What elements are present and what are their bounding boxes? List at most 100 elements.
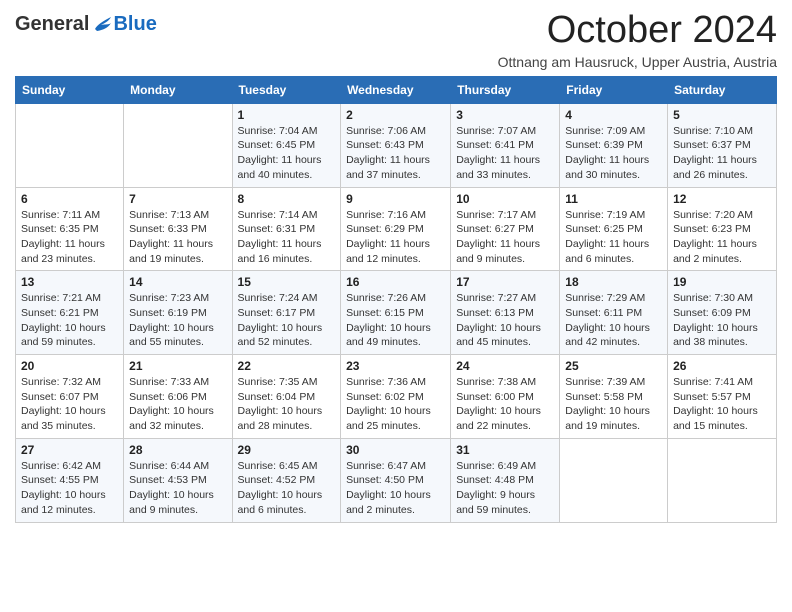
day-number: 15 [238, 275, 336, 289]
day-number: 29 [238, 443, 336, 457]
calendar-cell: 18 Sunrise: 7:29 AMSunset: 6:11 PMDayligh… [560, 271, 668, 355]
calendar-header-row: SundayMondayTuesdayWednesdayThursdayFrid… [16, 76, 777, 103]
day-number: 2 [346, 108, 445, 122]
calendar-cell [560, 438, 668, 522]
month-title: October 2024 [498, 10, 777, 52]
calendar-week-row: 6 Sunrise: 7:11 AMSunset: 6:35 PMDaylight… [16, 187, 777, 271]
day-number: 6 [21, 192, 118, 206]
day-number: 18 [565, 275, 662, 289]
day-number: 30 [346, 443, 445, 457]
day-info: Sunrise: 7:23 AMSunset: 6:19 PMDaylight:… [129, 291, 226, 350]
column-header-wednesday: Wednesday [341, 76, 451, 103]
calendar-cell: 23Sunrise: 7:36 AMSunset: 6:02 PMDayligh… [341, 355, 451, 439]
day-number: 28 [129, 443, 226, 457]
calendar-cell: 13Sunrise: 7:21 AMSunset: 6:21 PMDayligh… [16, 271, 124, 355]
day-info: Sunrise: 7:41 AMSunset: 5:57 PMDaylight:… [673, 375, 771, 434]
calendar-cell: 21 Sunrise: 7:33 AMSunset: 6:06 PMDayligh… [124, 355, 232, 439]
day-info: Sunrise: 7:17 AMSunset: 6:27 PMDaylight:… [456, 208, 554, 267]
day-info: Sunrise: 7:33 AMSunset: 6:06 PMDaylight:… [129, 375, 226, 434]
column-header-monday: Monday [124, 76, 232, 103]
day-number: 8 [238, 192, 336, 206]
calendar-cell: 9 Sunrise: 7:16 AMSunset: 6:29 PMDaylight… [341, 187, 451, 271]
calendar-cell: 30 Sunrise: 6:47 AMSunset: 4:50 PMDayligh… [341, 438, 451, 522]
day-number: 22 [238, 359, 336, 373]
day-number: 25 [565, 359, 662, 373]
day-info: Sunrise: 6:45 AMSunset: 4:52 PMDaylight:… [238, 459, 336, 518]
day-info: Sunrise: 7:30 AMSunset: 6:09 PMDaylight:… [673, 291, 771, 350]
day-info: Sunrise: 6:49 AMSunset: 4:48 PMDaylight:… [456, 459, 554, 518]
day-info: Sunrise: 7:16 AMSunset: 6:29 PMDaylight:… [346, 208, 445, 267]
day-number: 9 [346, 192, 445, 206]
day-info: Sunrise: 6:42 AMSunset: 4:55 PMDaylight:… [21, 459, 118, 518]
day-info: Sunrise: 7:04 AMSunset: 6:45 PMDaylight:… [238, 124, 336, 183]
calendar-week-row: 20Sunrise: 7:32 AMSunset: 6:07 PMDayligh… [16, 355, 777, 439]
day-info: Sunrise: 7:20 AMSunset: 6:23 PMDaylight:… [673, 208, 771, 267]
day-info: Sunrise: 7:13 AMSunset: 6:33 PMDaylight:… [129, 208, 226, 267]
calendar-week-row: 27 Sunrise: 6:42 AMSunset: 4:55 PMDayligh… [16, 438, 777, 522]
column-header-thursday: Thursday [451, 76, 560, 103]
calendar-cell: 10 Sunrise: 7:17 AMSunset: 6:27 PMDayligh… [451, 187, 560, 271]
day-info: Sunrise: 7:26 AMSunset: 6:15 PMDaylight:… [346, 291, 445, 350]
calendar-cell: 12 Sunrise: 7:20 AMSunset: 6:23 PMDayligh… [668, 187, 777, 271]
day-number: 14 [129, 275, 226, 289]
day-info: Sunrise: 7:10 AMSunset: 6:37 PMDaylight:… [673, 124, 771, 183]
day-info: Sunrise: 6:47 AMSunset: 4:50 PMDaylight:… [346, 459, 445, 518]
calendar-cell: 19 Sunrise: 7:30 AMSunset: 6:09 PMDayligh… [668, 271, 777, 355]
day-info: Sunrise: 6:44 AMSunset: 4:53 PMDaylight:… [129, 459, 226, 518]
calendar-cell: 5 Sunrise: 7:10 AMSunset: 6:37 PMDaylight… [668, 103, 777, 187]
calendar-cell: 31 Sunrise: 6:49 AMSunset: 4:48 PMDayligh… [451, 438, 560, 522]
calendar-cell: 17Sunrise: 7:27 AMSunset: 6:13 PMDayligh… [451, 271, 560, 355]
day-number: 20 [21, 359, 118, 373]
logo-general-text: General [15, 14, 89, 34]
day-number: 13 [21, 275, 118, 289]
column-header-saturday: Saturday [668, 76, 777, 103]
day-number: 19 [673, 275, 771, 289]
day-number: 21 [129, 359, 226, 373]
day-number: 5 [673, 108, 771, 122]
location-subtitle: Ottnang am Hausruck, Upper Austria, Aust… [498, 54, 777, 70]
calendar-cell [124, 103, 232, 187]
calendar-cell: 3 Sunrise: 7:07 AMSunset: 6:41 PMDaylight… [451, 103, 560, 187]
calendar-cell: 1 Sunrise: 7:04 AMSunset: 6:45 PMDaylight… [232, 103, 341, 187]
calendar-cell: 22 Sunrise: 7:35 AMSunset: 6:04 PMDayligh… [232, 355, 341, 439]
calendar-week-row: 1 Sunrise: 7:04 AMSunset: 6:45 PMDaylight… [16, 103, 777, 187]
day-number: 16 [346, 275, 445, 289]
calendar-cell: 8 Sunrise: 7:14 AMSunset: 6:31 PMDaylight… [232, 187, 341, 271]
page-header: General Blue October 2024 Ottnang am Hau… [15, 10, 777, 70]
day-number: 27 [21, 443, 118, 457]
day-info: Sunrise: 7:38 AMSunset: 6:00 PMDaylight:… [456, 375, 554, 434]
day-number: 12 [673, 192, 771, 206]
day-number: 3 [456, 108, 554, 122]
column-header-friday: Friday [560, 76, 668, 103]
calendar-body: 1 Sunrise: 7:04 AMSunset: 6:45 PMDaylight… [16, 103, 777, 522]
day-number: 26 [673, 359, 771, 373]
day-number: 10 [456, 192, 554, 206]
calendar-table: SundayMondayTuesdayWednesdayThursdayFrid… [15, 76, 777, 523]
day-info: Sunrise: 7:19 AMSunset: 6:25 PMDaylight:… [565, 208, 662, 267]
calendar-cell: 14 Sunrise: 7:23 AMSunset: 6:19 PMDayligh… [124, 271, 232, 355]
calendar-cell: 6 Sunrise: 7:11 AMSunset: 6:35 PMDaylight… [16, 187, 124, 271]
calendar-cell: 26 Sunrise: 7:41 AMSunset: 5:57 PMDayligh… [668, 355, 777, 439]
calendar-cell: 20Sunrise: 7:32 AMSunset: 6:07 PMDayligh… [16, 355, 124, 439]
calendar-cell: 28 Sunrise: 6:44 AMSunset: 4:53 PMDayligh… [124, 438, 232, 522]
calendar-cell [668, 438, 777, 522]
day-number: 23 [346, 359, 445, 373]
day-info: Sunrise: 7:29 AMSunset: 6:11 PMDaylight:… [565, 291, 662, 350]
calendar-cell: 15 Sunrise: 7:24 AMSunset: 6:17 PMDayligh… [232, 271, 341, 355]
calendar-cell [16, 103, 124, 187]
day-info: Sunrise: 7:24 AMSunset: 6:17 PMDaylight:… [238, 291, 336, 350]
calendar-cell: 11 Sunrise: 7:19 AMSunset: 6:25 PMDayligh… [560, 187, 668, 271]
calendar-week-row: 13Sunrise: 7:21 AMSunset: 6:21 PMDayligh… [16, 271, 777, 355]
day-info: Sunrise: 7:14 AMSunset: 6:31 PMDaylight:… [238, 208, 336, 267]
day-number: 31 [456, 443, 554, 457]
day-number: 4 [565, 108, 662, 122]
calendar-cell: 24 Sunrise: 7:38 AMSunset: 6:00 PMDayligh… [451, 355, 560, 439]
day-number: 24 [456, 359, 554, 373]
day-number: 11 [565, 192, 662, 206]
day-info: Sunrise: 7:11 AMSunset: 6:35 PMDaylight:… [21, 208, 118, 267]
column-header-tuesday: Tuesday [232, 76, 341, 103]
calendar-cell: 2Sunrise: 7:06 AMSunset: 6:43 PMDaylight… [341, 103, 451, 187]
day-info: Sunrise: 7:07 AMSunset: 6:41 PMDaylight:… [456, 124, 554, 183]
day-number: 1 [238, 108, 336, 122]
day-info: Sunrise: 7:35 AMSunset: 6:04 PMDaylight:… [238, 375, 336, 434]
